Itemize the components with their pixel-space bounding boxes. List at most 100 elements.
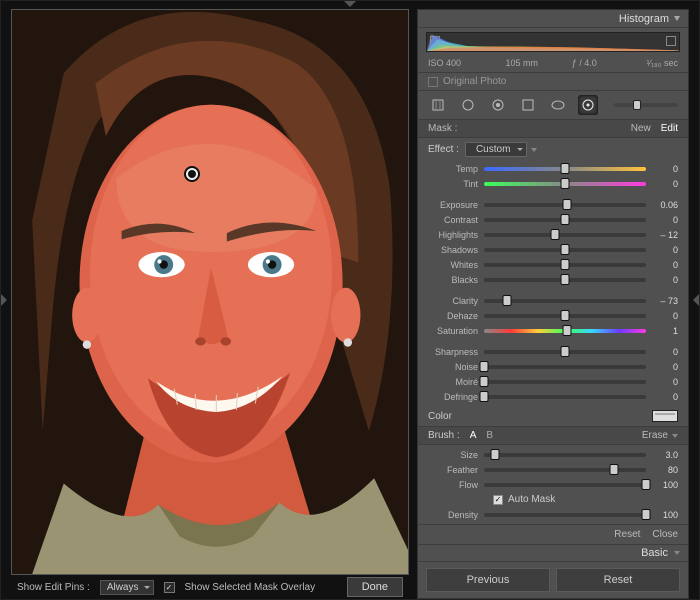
slider-defringe-track[interactable] (484, 395, 646, 399)
slider-flow[interactable]: Flow 100 (428, 477, 678, 492)
slider-exposure-thumb[interactable] (562, 199, 571, 210)
slider-dehaze[interactable]: Dehaze 0 (428, 308, 678, 323)
slider-shadows[interactable]: Shadows 0 (428, 242, 678, 257)
histogram-panel-header[interactable]: Histogram (418, 10, 688, 28)
slider-sharpness-thumb[interactable] (561, 346, 570, 357)
crop-tool-icon[interactable] (428, 95, 448, 115)
slider-contrast-thumb[interactable] (561, 214, 570, 225)
slider-highlights-track[interactable] (484, 233, 646, 237)
slider-sharpness-track[interactable] (484, 350, 646, 354)
slider-size-track[interactable] (484, 453, 646, 457)
slider-tint[interactable]: Tint 0 (428, 176, 678, 191)
slider-size-thumb[interactable] (491, 449, 500, 460)
slider-feather-track[interactable] (484, 468, 646, 472)
slider-shadows-track[interactable] (484, 248, 646, 252)
histogram[interactable] (426, 32, 680, 52)
shutter-value: ¹⁄₁₈₀ sec (616, 58, 679, 68)
slider-flow-label: Flow (428, 480, 478, 490)
previous-button[interactable]: Previous (426, 568, 550, 592)
slider-shadows-thumb[interactable] (561, 244, 570, 255)
radial-tool-icon[interactable] (548, 95, 568, 115)
brush-size-mini-slider[interactable] (614, 103, 678, 107)
slider-density[interactable]: Density 100 (428, 507, 678, 522)
slider-feather[interactable]: Feather 80 (428, 462, 678, 477)
slider-sharpness-value: 0 (652, 347, 678, 357)
grad-tool-icon[interactable] (518, 95, 538, 115)
slider-saturation-label: Saturation (428, 326, 478, 336)
slider-noise-thumb[interactable] (480, 361, 489, 372)
slider-density-track[interactable] (484, 513, 646, 517)
slider-noise[interactable]: Noise 0 (428, 359, 678, 374)
slider-moire-thumb[interactable] (480, 376, 489, 387)
chevron-down-icon[interactable] (531, 148, 537, 152)
redeye-tool-icon[interactable] (488, 95, 508, 115)
slider-saturation-thumb[interactable] (562, 325, 571, 336)
slider-saturation-track[interactable] (484, 329, 646, 333)
collapse-right-icon[interactable] (693, 294, 699, 306)
brush-a-button[interactable]: A (470, 430, 477, 441)
slider-flow-thumb[interactable] (642, 479, 651, 490)
slider-contrast[interactable]: Contrast 0 (428, 212, 678, 227)
slider-size[interactable]: Size 3.0 (428, 447, 678, 462)
automask-checkbox[interactable]: ✓ (493, 495, 503, 505)
mask-overlay-checkbox[interactable]: ✓ (164, 582, 175, 593)
slider-sharpness-label: Sharpness (428, 347, 478, 357)
slider-exposure-track[interactable] (484, 203, 646, 207)
effect-select[interactable]: Custom (465, 142, 527, 157)
slider-tint-thumb[interactable] (561, 178, 570, 189)
slider-feather-thumb[interactable] (609, 464, 618, 475)
slider-saturation[interactable]: Saturation 1 (428, 323, 678, 338)
slider-clarity-thumb[interactable] (502, 295, 511, 306)
chevron-down-icon[interactable] (672, 434, 678, 438)
show-pins-select[interactable]: Always (100, 580, 154, 595)
slider-moire-track[interactable] (484, 380, 646, 384)
slider-sharpness[interactable]: Sharpness 0 (428, 344, 678, 359)
edit-pin-icon[interactable] (186, 168, 198, 180)
slider-size-value: 3.0 (652, 450, 678, 460)
collapse-left-icon[interactable] (1, 294, 7, 306)
slider-noise-track[interactable] (484, 365, 646, 369)
done-button[interactable]: Done (347, 577, 403, 597)
reset-button[interactable]: Reset (556, 568, 680, 592)
slider-moire[interactable]: Moiré 0 (428, 374, 678, 389)
brush-erase-button[interactable]: Erase (642, 430, 668, 441)
color-swatch[interactable] (652, 410, 678, 422)
brush-b-button[interactable]: B (486, 430, 493, 441)
slider-clarity[interactable]: Clarity – 73 (428, 293, 678, 308)
slider-temp[interactable]: Temp 0 (428, 161, 678, 176)
slider-density-thumb[interactable] (642, 509, 651, 520)
collapse-top-icon[interactable] (344, 1, 356, 7)
basic-panel-header[interactable]: Basic (418, 544, 688, 562)
slider-blacks-track[interactable] (484, 278, 646, 282)
slider-whites-track[interactable] (484, 263, 646, 267)
photo-canvas[interactable] (11, 9, 409, 575)
slider-exposure[interactable]: Exposure 0.06 (428, 197, 678, 212)
original-photo-checkbox[interactable] (428, 77, 438, 87)
slider-dehaze-thumb[interactable] (561, 310, 570, 321)
slider-flow-track[interactable] (484, 483, 646, 487)
slider-dehaze-track[interactable] (484, 314, 646, 318)
original-photo-toggle[interactable]: Original Photo (418, 73, 688, 91)
slider-highlights[interactable]: Highlights – 12 (428, 227, 678, 242)
spot-tool-icon[interactable] (458, 95, 478, 115)
slider-clarity-track[interactable] (484, 299, 646, 303)
mask-new-button[interactable]: New (631, 123, 651, 134)
slider-tint-track[interactable] (484, 182, 646, 186)
automask-row[interactable]: ✓ Auto Mask (428, 492, 678, 507)
slider-group-main: Temp 0 Tint 0 Exposure 0.06 Contrast 0 H… (418, 159, 688, 406)
slider-highlights-thumb[interactable] (551, 229, 560, 240)
slider-whites[interactable]: Whites 0 (428, 257, 678, 272)
slider-contrast-track[interactable] (484, 218, 646, 222)
slider-whites-thumb[interactable] (561, 259, 570, 270)
slider-defringe[interactable]: Defringe 0 (428, 389, 678, 404)
slider-blacks-thumb[interactable] (561, 274, 570, 285)
reset-link[interactable]: Reset (614, 529, 640, 540)
slider-temp-thumb[interactable] (561, 163, 570, 174)
mask-edit-button[interactable]: Edit (661, 123, 678, 134)
close-link[interactable]: Close (652, 529, 678, 540)
slider-blacks[interactable]: Blacks 0 (428, 272, 678, 287)
brush-tool-icon[interactable] (578, 95, 598, 115)
slider-defringe-thumb[interactable] (480, 391, 489, 402)
slider-exposure-label: Exposure (428, 200, 478, 210)
slider-temp-track[interactable] (484, 167, 646, 171)
